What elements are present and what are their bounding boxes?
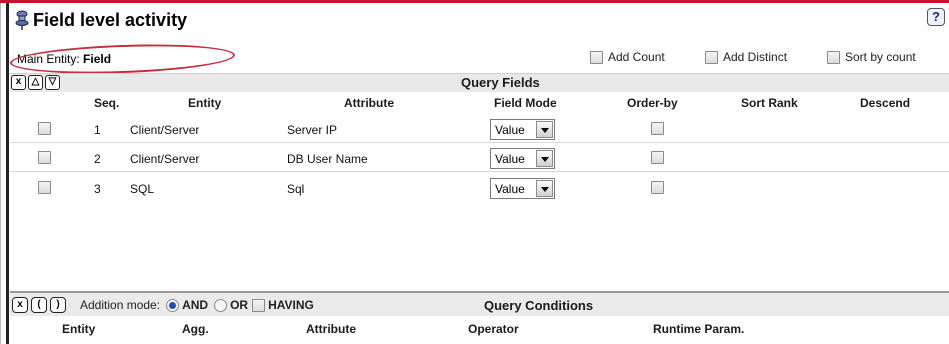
add-distinct-option[interactable]: Add Distinct — [705, 50, 787, 64]
left-border-bar — [6, 3, 9, 344]
addition-mode-group: Addition mode: AND OR HAVING — [80, 298, 314, 312]
field-mode-select[interactable]: Value — [490, 148, 555, 169]
sort-by-count-option[interactable]: Sort by count — [827, 50, 916, 64]
field-mode-select[interactable]: Value — [490, 178, 555, 199]
cond-col-agg: Agg. — [182, 322, 209, 336]
table-row: 2 Client/Server DB User Name Value — [10, 146, 949, 172]
row-seq: 2 — [94, 152, 101, 166]
row-seq: 3 — [94, 182, 101, 196]
add-distinct-label: Add Distinct — [723, 50, 788, 64]
query-conditions-columns: Entity Agg. Attribute Operator Runtime P… — [10, 316, 949, 344]
query-fields-toolbar: x △ ▽ — [11, 75, 60, 90]
col-entity: Entity — [188, 96, 222, 110]
add-count-checkbox[interactable] — [590, 50, 603, 64]
panel-title-row: Field level activity — [14, 7, 187, 33]
row-entity: Client/Server — [130, 123, 200, 137]
open-paren-button[interactable]: ( — [31, 297, 47, 313]
col-sort-rank: Sort Rank — [741, 96, 798, 110]
cond-col-attribute: Attribute — [306, 322, 356, 336]
order-by-checkbox[interactable] — [651, 122, 664, 135]
row-attribute: DB User Name — [287, 152, 368, 166]
having-label: HAVING — [268, 298, 314, 312]
move-up-button[interactable]: △ — [28, 75, 43, 90]
help-icon[interactable]: ? — [927, 8, 945, 26]
sort-by-count-label: Sort by count — [845, 50, 916, 64]
col-attribute: Attribute — [344, 96, 394, 110]
pin-icon — [15, 10, 29, 30]
query-conditions-header: x ( ) Addition mode: AND OR HAVING Query… — [10, 291, 949, 316]
col-field-mode: Field Mode — [494, 96, 557, 110]
col-seq: Seq. — [94, 96, 120, 110]
remove-condition-button[interactable]: x — [12, 297, 28, 313]
move-down-button[interactable]: ▽ — [45, 75, 60, 90]
dropdown-arrow-icon[interactable] — [536, 150, 553, 167]
row-attribute: Server IP — [287, 123, 338, 137]
sort-by-count-checkbox[interactable] — [827, 50, 840, 64]
and-label: AND — [182, 298, 209, 312]
close-paren-button[interactable]: ) — [50, 297, 66, 313]
field-mode-value: Value — [495, 122, 525, 137]
page-title: Field level activity — [33, 9, 188, 30]
addition-mode-label: Addition mode: — [80, 298, 161, 312]
query-fields-title: Query Fields — [461, 75, 540, 90]
query-conditions-toolbar: x ( ) — [12, 297, 66, 313]
dropdown-arrow-icon[interactable] — [536, 121, 553, 138]
field-mode-value: Value — [495, 151, 525, 166]
query-conditions-title: Query Conditions — [484, 298, 594, 313]
row-entity: Client/Server — [130, 152, 200, 166]
col-order-by: Order-by — [627, 96, 678, 110]
or-radio[interactable] — [214, 298, 228, 312]
cond-col-operator: Operator — [468, 322, 519, 336]
remove-field-button[interactable]: x — [11, 75, 26, 90]
order-by-checkbox[interactable] — [651, 181, 664, 194]
add-count-label: Add Count — [608, 50, 665, 64]
cond-col-runtime-param: Runtime Param. — [653, 322, 745, 336]
row-entity: SQL — [130, 182, 155, 196]
add-distinct-checkbox[interactable] — [705, 50, 718, 64]
col-descend: Descend — [860, 96, 911, 110]
table-row: 3 SQL Sql Value — [10, 176, 949, 202]
top-accent-border — [0, 0, 949, 3]
table-row: 1 Client/Server Server IP Value — [10, 117, 949, 143]
order-by-checkbox[interactable] — [651, 151, 664, 164]
and-radio[interactable] — [166, 298, 180, 312]
add-count-option[interactable]: Add Count — [590, 50, 665, 64]
row-divider — [10, 171, 949, 172]
row-select-checkbox[interactable] — [38, 151, 51, 164]
having-checkbox[interactable] — [252, 298, 266, 312]
field-mode-value: Value — [495, 181, 525, 196]
row-divider — [10, 142, 949, 143]
row-select-checkbox[interactable] — [38, 122, 51, 135]
row-select-checkbox[interactable] — [38, 181, 51, 194]
or-label: OR — [230, 298, 249, 312]
field-mode-select[interactable]: Value — [490, 119, 555, 140]
row-attribute: Sql — [287, 182, 305, 196]
query-fields-header: x △ ▽ Query Fields — [10, 73, 949, 92]
cond-col-entity: Entity — [62, 322, 96, 336]
row-seq: 1 — [94, 123, 101, 137]
dropdown-arrow-icon[interactable] — [536, 180, 553, 197]
